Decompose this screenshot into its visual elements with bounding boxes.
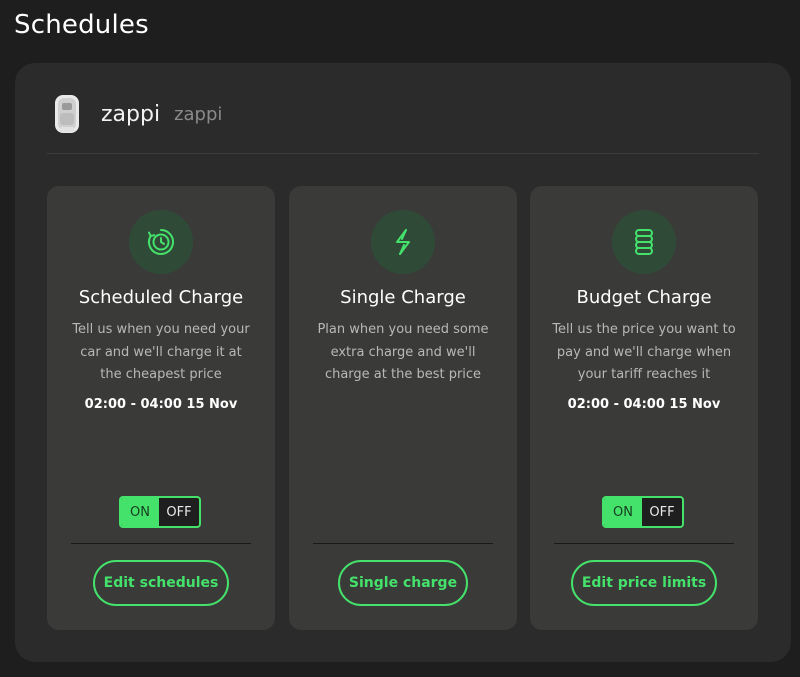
card-divider <box>554 543 734 544</box>
zappi-charger-icon <box>55 95 79 133</box>
toggle-off-label: OFF <box>166 504 192 520</box>
toggle-on-label: ON <box>604 498 642 526</box>
toggle-off-label: OFF <box>649 504 675 520</box>
edit-schedules-button[interactable]: Edit schedules <box>93 560 229 606</box>
device-subtitle: zappi <box>174 103 223 125</box>
page-title: Schedules <box>14 10 149 40</box>
card-description: Tell us the price you want to pay and we… <box>552 322 736 382</box>
budget-charge-card: Budget Charge Tell us the price you want… <box>530 186 758 630</box>
single-charge-button[interactable]: Single charge <box>338 560 468 606</box>
header-divider <box>47 153 759 154</box>
lightning-icon <box>371 210 435 274</box>
device-name: zappi <box>101 101 161 127</box>
budget-time: 02:00 - 04:00 15 Nov <box>567 397 721 412</box>
card-title: Budget Charge <box>576 287 712 308</box>
schedules-panel: zappi zappi Scheduled Charge Tell us whe… <box>15 63 791 662</box>
card-title: Scheduled Charge <box>78 287 244 308</box>
toggle-on-label: ON <box>121 498 159 526</box>
schedule-time: 02:00 - 04:00 15 Nov <box>84 397 238 412</box>
card-description: Plan when you need some extra charge and… <box>317 322 489 382</box>
single-charge-card: Single Charge Plan when you need some ex… <box>289 186 517 630</box>
card-divider <box>313 543 493 544</box>
device-header: zappi zappi <box>51 93 222 135</box>
card-title: Single Charge <box>340 287 466 308</box>
edit-price-limits-button[interactable]: Edit price limits <box>571 560 717 606</box>
scheduled-charge-toggle[interactable]: ON OFF <box>119 496 201 528</box>
card-description: Tell us when you need your car and we'll… <box>72 322 250 382</box>
scheduled-charge-card: Scheduled Charge Tell us when you need y… <box>47 186 275 630</box>
card-divider <box>71 543 251 544</box>
clock-icon <box>129 210 193 274</box>
coins-icon <box>612 210 676 274</box>
budget-charge-toggle[interactable]: ON OFF <box>602 496 684 528</box>
